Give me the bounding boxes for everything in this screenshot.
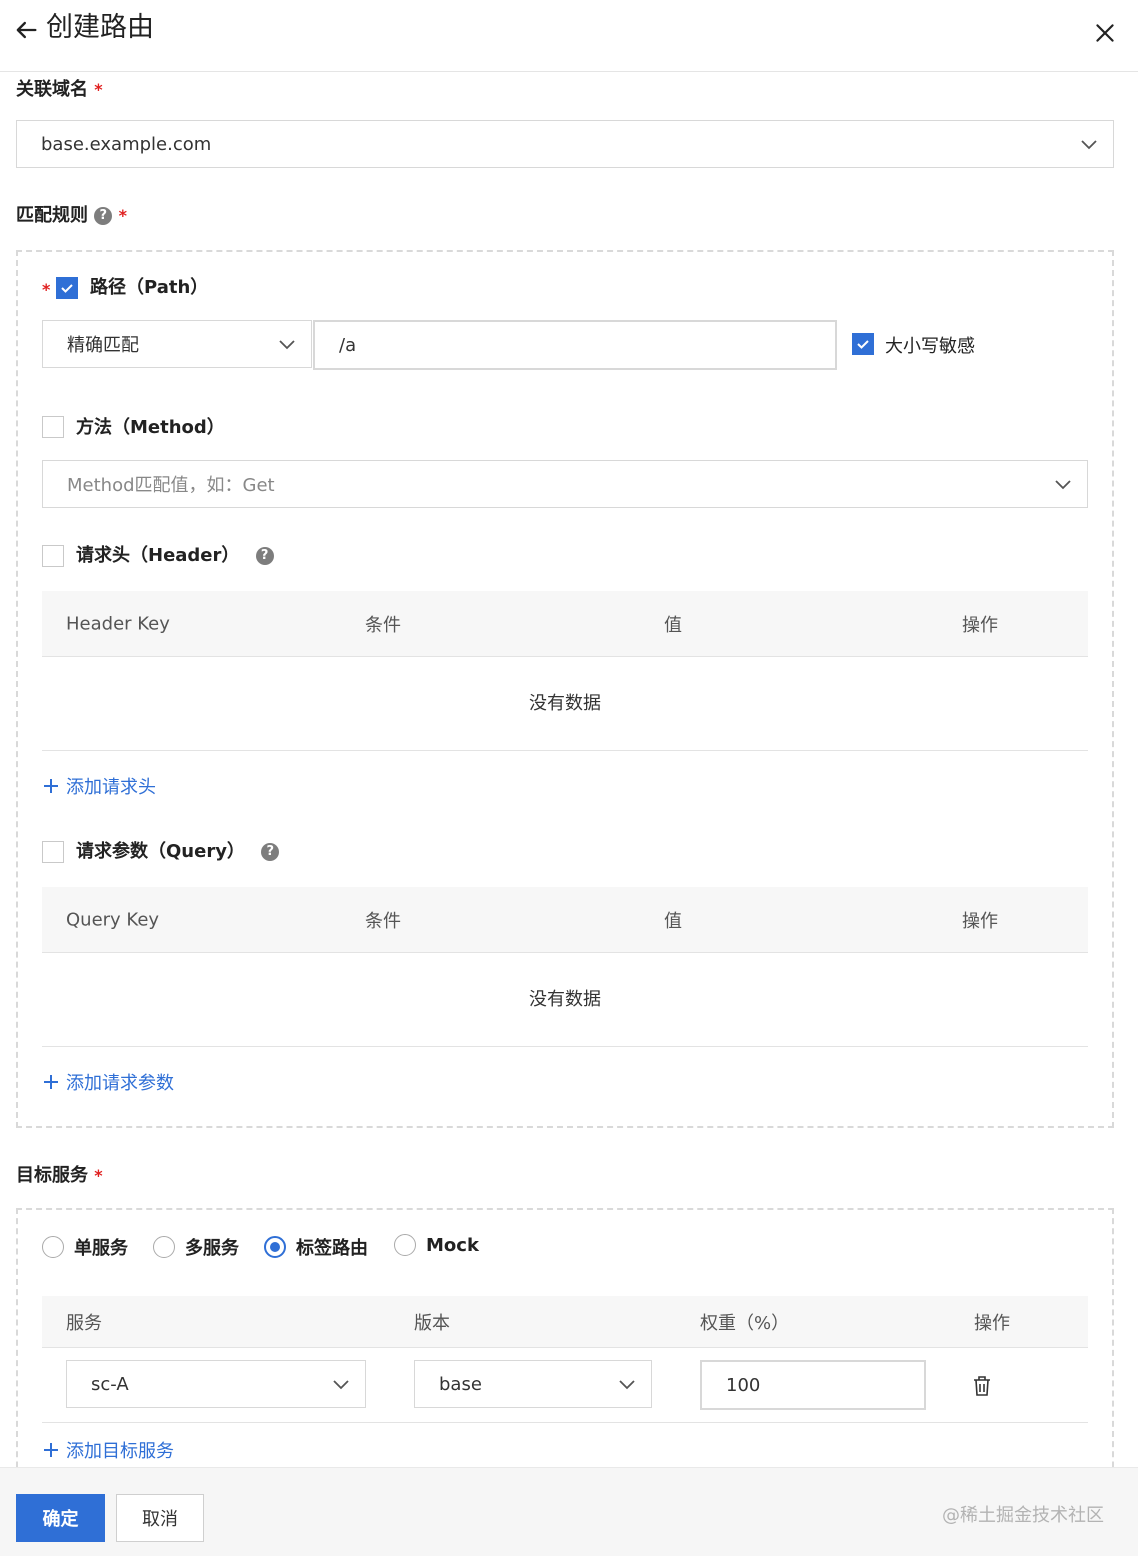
service-select[interactable]: sc-A xyxy=(66,1360,366,1408)
chevron-down-icon xyxy=(619,1380,635,1390)
plus-icon xyxy=(44,1443,58,1457)
watermark: @稀土掘金技术社区 xyxy=(942,1505,1104,1526)
column-version: 版本 xyxy=(414,1312,450,1334)
help-icon[interactable]: ? xyxy=(255,547,274,565)
radio-circle xyxy=(394,1234,416,1256)
plus-icon xyxy=(44,779,58,793)
target-service-label: 目标服务 * xyxy=(16,1164,103,1188)
radio-single-service[interactable]: 单服务 xyxy=(42,1234,128,1260)
query-label-text: 请求参数（Query） xyxy=(76,841,245,862)
column-query-key: Query Key xyxy=(66,909,160,930)
domain-select[interactable]: base.example.com xyxy=(16,120,1114,168)
path-checkbox[interactable] xyxy=(56,277,78,299)
match-rules-label-text: 匹配规则 xyxy=(16,205,88,226)
required-mark: * xyxy=(118,206,127,225)
column-condition: 条件 xyxy=(365,614,401,636)
check-icon xyxy=(61,284,73,293)
help-icon[interactable]: ? xyxy=(94,207,113,225)
service-table-head: 服务 版本 权重（%） 操作 xyxy=(42,1296,1088,1348)
header-table-empty: 没有数据 xyxy=(42,657,1088,751)
radio-circle xyxy=(42,1236,64,1258)
method-label: 方法（Method） xyxy=(76,417,225,438)
add-target-service-link[interactable]: 添加目标服务 xyxy=(42,1437,174,1463)
query-checkbox[interactable] xyxy=(42,841,64,863)
header-label: 请求头（Header） ? xyxy=(76,544,274,568)
close-icon[interactable] xyxy=(1092,20,1118,46)
domain-label: 关联域名 * xyxy=(16,78,103,102)
confirm-button[interactable]: 确定 xyxy=(16,1494,105,1542)
header-label-text: 请求头（Header） xyxy=(76,545,240,566)
path-match-type-select[interactable]: 精确匹配 xyxy=(42,320,312,368)
radio-label: Mock xyxy=(426,1234,479,1256)
column-value: 值 xyxy=(664,910,682,932)
service-select-value: sc-A xyxy=(91,1373,129,1395)
column-condition: 条件 xyxy=(365,910,401,932)
check-icon xyxy=(857,340,869,349)
case-sensitive-checkbox[interactable] xyxy=(852,333,874,355)
chevron-down-icon xyxy=(333,1380,349,1390)
target-service-label-text: 目标服务 xyxy=(16,1165,88,1186)
query-label: 请求参数（Query） ? xyxy=(76,840,280,864)
weight-input[interactable]: 100 xyxy=(700,1360,926,1410)
page-title: 创建路由 xyxy=(46,12,154,43)
help-icon[interactable]: ? xyxy=(261,843,280,861)
add-query-link[interactable]: 添加请求参数 xyxy=(42,1069,174,1095)
column-header-key: Header Key xyxy=(66,613,170,634)
back-arrow-icon[interactable] xyxy=(12,16,40,44)
query-table-head: Query Key 条件 值 操作 xyxy=(42,887,1088,953)
path-value-text: /a xyxy=(339,334,357,356)
column-action: 操作 xyxy=(962,910,998,932)
required-mark: * xyxy=(42,280,51,299)
column-action: 操作 xyxy=(974,1312,1010,1334)
domain-select-value: base.example.com xyxy=(41,133,212,155)
cancel-button[interactable]: 取消 xyxy=(116,1494,204,1542)
domain-label-text: 关联域名 xyxy=(16,79,88,100)
query-table-empty: 没有数据 xyxy=(42,953,1088,1047)
method-checkbox[interactable] xyxy=(42,416,64,438)
column-weight: 权重（%） xyxy=(700,1312,790,1334)
header-checkbox[interactable] xyxy=(42,545,64,567)
required-mark: * xyxy=(94,80,103,99)
required-mark: * xyxy=(94,1166,103,1185)
path-match-type-value: 精确匹配 xyxy=(67,335,139,356)
column-value: 值 xyxy=(664,614,682,636)
column-action: 操作 xyxy=(962,614,998,636)
method-select-placeholder: Method匹配值，如：Get xyxy=(67,475,275,496)
drawer-footer: 确定 取消 @稀土掘金技术社区 xyxy=(0,1467,1138,1556)
add-target-service-label: 添加目标服务 xyxy=(66,1441,174,1462)
column-service: 服务 xyxy=(66,1312,102,1334)
match-rules-label: 匹配规则 ? * xyxy=(16,204,127,228)
radio-tag-routing[interactable]: 标签路由 xyxy=(264,1234,368,1260)
chevron-down-icon xyxy=(1081,140,1097,150)
add-header-link[interactable]: 添加请求头 xyxy=(42,773,156,799)
version-select[interactable]: base xyxy=(414,1360,652,1408)
drawer-header: 创建路由 xyxy=(0,0,1138,72)
radio-multi-service[interactable]: 多服务 xyxy=(153,1234,239,1260)
radio-label: 单服务 xyxy=(74,1238,128,1259)
method-select[interactable]: Method匹配值，如：Get xyxy=(42,460,1088,508)
case-sensitive-label: 大小写敏感 xyxy=(885,336,975,357)
chevron-down-icon xyxy=(1055,480,1071,490)
trash-icon[interactable] xyxy=(972,1375,992,1397)
path-value-input[interactable]: /a xyxy=(313,320,837,370)
radio-label: 标签路由 xyxy=(296,1238,368,1259)
plus-icon xyxy=(44,1075,58,1089)
radio-circle xyxy=(153,1236,175,1258)
radio-mock[interactable]: Mock xyxy=(394,1234,479,1256)
path-label: 路径（Path） xyxy=(90,277,209,298)
add-query-label: 添加请求参数 xyxy=(66,1073,174,1094)
radio-label: 多服务 xyxy=(185,1238,239,1259)
add-header-label: 添加请求头 xyxy=(66,777,156,798)
chevron-down-icon xyxy=(279,340,295,350)
header-table-head: Header Key 条件 值 操作 xyxy=(42,591,1088,657)
version-select-value: base xyxy=(439,1373,482,1395)
weight-input-value: 100 xyxy=(726,1374,761,1396)
radio-circle-selected xyxy=(264,1236,286,1258)
